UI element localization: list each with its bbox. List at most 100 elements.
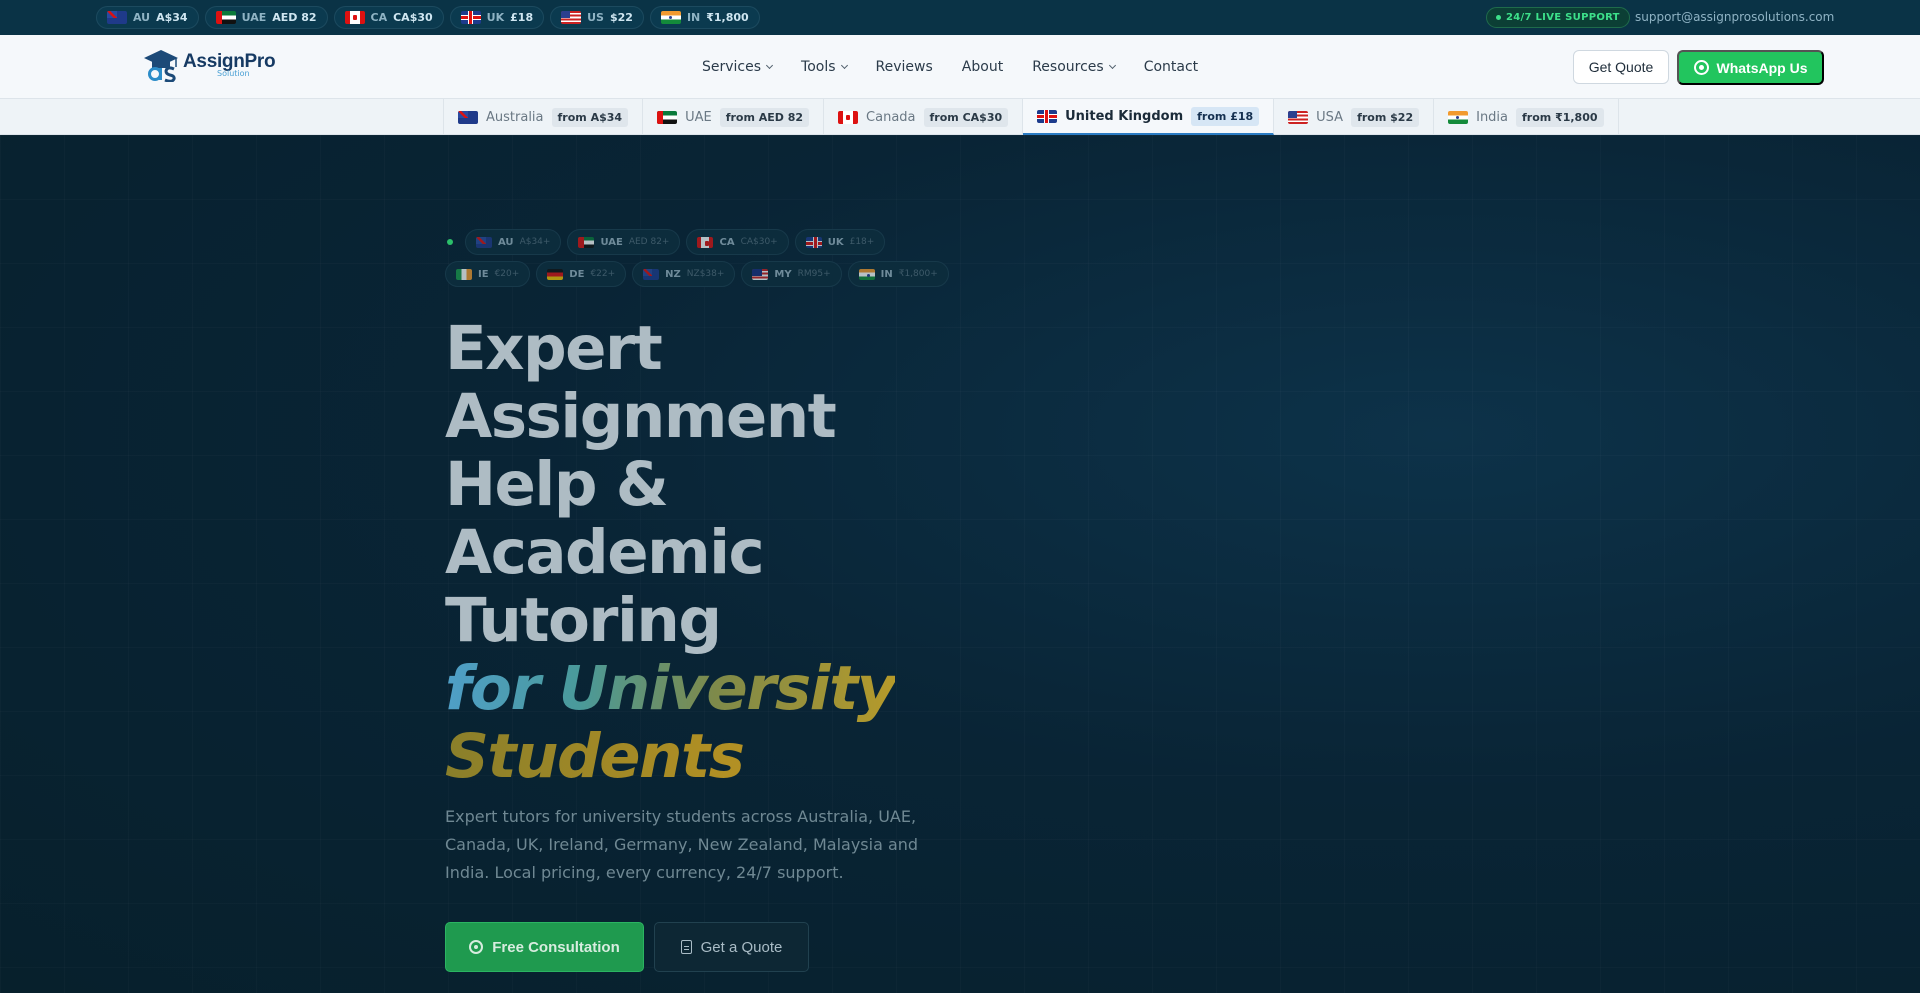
chip-code: UK <box>827 236 844 248</box>
flag-au-icon <box>458 110 478 124</box>
hero-title-line: Tutoring <box>445 585 722 656</box>
get-a-quote-button[interactable]: Get a Quote <box>654 922 809 972</box>
chip-uae[interactable]: UAE AED 82+ <box>567 229 681 255</box>
live-support-label: 24/7 LIVE SUPPORT <box>1506 12 1620 23</box>
currency-pill-uae[interactable]: UAE AED 82 <box>204 6 328 29</box>
live-support-badge: 24/7 LIVE SUPPORT <box>1486 7 1630 28</box>
tab-australia[interactable]: Australia from A$34 <box>444 99 644 135</box>
tab-usa[interactable]: USA from $22 <box>1274 99 1435 135</box>
currency-price: ₹1,800 <box>706 11 749 24</box>
nav-label: Contact <box>1143 59 1199 75</box>
top-currency-bar: AU A$34 UAE AED 82 CA CA$30 UK £18 US $22 IN ₹… <box>0 0 1920 35</box>
currency-price: A$34 <box>156 11 188 24</box>
chip-in[interactable]: IN ₹1,800+ <box>847 261 949 287</box>
flag-de-icon <box>547 268 564 280</box>
flag-uae-icon <box>657 110 678 124</box>
chip-de[interactable]: DE €22+ <box>536 261 627 287</box>
whatsapp-button[interactable]: WhatsApp Us <box>1677 50 1824 85</box>
nav-contact[interactable]: Contact <box>1144 59 1198 75</box>
flag-in-icon <box>660 11 681 24</box>
tab-uae[interactable]: UAE from AED 82 <box>643 99 825 135</box>
whatsapp-icon <box>469 940 484 954</box>
tab-price-badge: from A$34 <box>551 107 629 127</box>
tab-price-badge: from ₹1,800 <box>1516 107 1604 127</box>
chip-price: A$34+ <box>519 237 551 247</box>
currency-code: US <box>587 11 604 24</box>
currency-code: CA <box>370 11 388 24</box>
nav-reviews[interactable]: Reviews <box>876 59 933 75</box>
chip-my[interactable]: MY RM95+ <box>741 261 842 287</box>
hero-title: Expert Assignment Help & Academic Tutori… <box>445 315 897 791</box>
tab-label: UAE <box>685 109 712 125</box>
chip-price: £18+ <box>849 237 875 247</box>
nav-resources[interactable]: Resources <box>1032 59 1116 75</box>
flag-au-icon <box>107 11 127 24</box>
currency-pill-in[interactable]: IN ₹1,800 <box>649 6 760 29</box>
hero-title-accent: for University <box>445 653 897 724</box>
whatsapp-icon <box>1693 60 1709 75</box>
chevron-down-icon <box>840 61 848 70</box>
free-consultation-label: Free Consultation <box>492 938 620 956</box>
currency-price: CA$30 <box>393 11 433 24</box>
flag-ca-icon <box>697 236 714 248</box>
flag-nz-icon <box>643 268 660 280</box>
tab-india[interactable]: India from ₹1,800 <box>1434 99 1619 135</box>
currency-pill-us[interactable]: US $22 <box>550 6 644 29</box>
nav-label: Reviews <box>875 59 933 75</box>
status-dot-icon <box>1496 15 1501 20</box>
tab-label: Canada <box>866 109 916 125</box>
tab-label: Australia <box>486 109 544 125</box>
hero-title-line: Academic <box>445 517 765 588</box>
currency-pill-au[interactable]: AU A$34 <box>96 6 199 29</box>
tab-canada[interactable]: Canada from CA$30 <box>824 99 1024 135</box>
support-email-link[interactable]: support@assignprosolutions.com <box>1635 10 1834 24</box>
currency-price: AED 82 <box>272 11 317 24</box>
tab-label: India <box>1476 109 1509 125</box>
whatsapp-label: WhatsApp Us <box>1716 59 1808 76</box>
chip-price: RM95+ <box>797 269 831 279</box>
hero-title-line: Help & <box>445 449 669 520</box>
tab-united-kingdom[interactable]: United Kingdom from £18 <box>1023 99 1275 135</box>
country-tabs: Australia from A$34 UAE from AED 82 Canada… <box>443 99 1619 135</box>
logo-text: AssignPro Solution <box>183 52 276 78</box>
free-consultation-button[interactable]: Free Consultation <box>445 922 644 972</box>
currency-pill-uk[interactable]: UK £18 <box>449 6 545 29</box>
live-dot-icon <box>447 239 453 245</box>
chip-code: IE <box>478 268 489 280</box>
currency-price: £18 <box>510 11 534 24</box>
nav-label: Tools <box>801 59 836 75</box>
chip-ca[interactable]: CA CA$30+ <box>686 229 789 255</box>
flag-in-icon <box>858 268 875 280</box>
nav-about[interactable]: About <box>962 59 1003 75</box>
chip-ie[interactable]: IE €20+ <box>445 261 531 287</box>
currency-pill-ca[interactable]: CA CA$30 <box>333 6 444 29</box>
chip-code: NZ <box>665 268 681 280</box>
nav-label: Services <box>702 59 762 75</box>
country-tabs-bar: Australia from A$34 UAE from AED 82 Canada… <box>0 99 1920 135</box>
chip-price: €20+ <box>494 269 520 279</box>
currency-code: AU <box>133 11 151 24</box>
site-logo[interactable]: AssignPro Solution <box>143 48 276 82</box>
hero-title-line: Assignment <box>445 381 837 452</box>
flag-us-icon <box>561 11 582 24</box>
hero-section: AU A$34+ UAE AED 82+ CA CA$30+ UK £18+ IE €20… <box>0 135 1920 993</box>
chip-price: ₹1,800+ <box>898 269 938 279</box>
nav-services[interactable]: Services <box>702 59 774 75</box>
chip-au[interactable]: AU A$34+ <box>465 229 562 255</box>
nav-label: About <box>961 59 1004 75</box>
document-icon <box>680 940 692 954</box>
flag-ca-icon <box>344 11 365 24</box>
chip-code: CA <box>719 236 735 248</box>
nav-tools[interactable]: Tools <box>801 59 848 75</box>
chip-uk[interactable]: UK £18+ <box>794 229 886 255</box>
currency-code: UK <box>486 11 505 24</box>
chip-nz[interactable]: NZ NZ$38+ <box>632 261 736 287</box>
get-quote-button[interactable]: Get Quote <box>1573 50 1669 84</box>
chip-code: DE <box>569 268 585 280</box>
chip-price: CA$30+ <box>740 237 778 247</box>
hero-title-accent: Students <box>445 723 895 791</box>
graduation-cap-logo-icon <box>144 50 178 82</box>
tab-label: USA <box>1316 109 1344 125</box>
country-chip-list: AU A$34+ UAE AED 82+ CA CA$30+ UK £18+ IE €20… <box>445 229 965 287</box>
chevron-down-icon <box>1108 61 1116 70</box>
